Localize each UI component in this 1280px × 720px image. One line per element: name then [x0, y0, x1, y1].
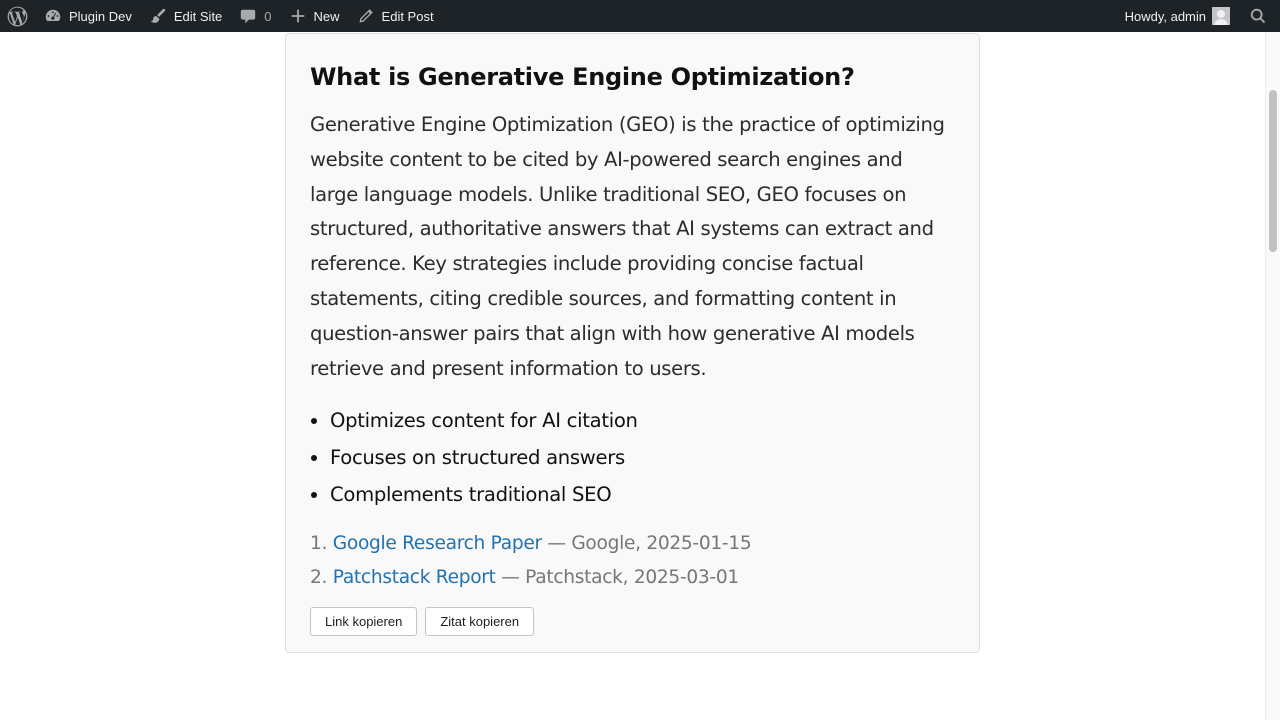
source-meta: — Patchstack, 2025-03-01 [495, 567, 739, 589]
new-content-menu[interactable]: New [280, 0, 348, 32]
site-name-menu[interactable]: Plugin Dev [35, 0, 140, 32]
admin-bar-left: Plugin Dev Edit Site 0 New Edit Post [0, 0, 442, 32]
list-item: Complements traditional SEO [330, 476, 955, 513]
wordpress-logo-icon [6, 6, 28, 26]
admin-bar-right: Howdy, admin [1117, 0, 1280, 32]
avatar [1212, 7, 1230, 25]
comment-icon [238, 6, 258, 26]
my-account-menu[interactable]: Howdy, admin [1117, 0, 1238, 32]
scrollbar-thumb[interactable] [1269, 90, 1277, 252]
edit-post-menu[interactable]: Edit Post [348, 0, 442, 32]
search-icon [1248, 6, 1268, 26]
admin-bar: Plugin Dev Edit Site 0 New Edit Post How… [0, 0, 1280, 32]
article-paragraph: Generative Engine Optimization (GEO) is … [310, 113, 945, 380]
geo-answer-card: What is Generative Engine Optimization? … [285, 33, 980, 653]
source-link-google-research-paper[interactable]: Google Research Paper [333, 533, 542, 554]
comments-count: 0 [264, 8, 272, 24]
copy-actions: Link kopieren Zitat kopieren [310, 607, 955, 637]
source-item: 2. Patchstack Report — Patchstack, 2025-… [310, 561, 955, 595]
source-number: 2. [310, 567, 328, 589]
list-item: Optimizes content for AI citation [330, 402, 955, 439]
howdy-label: Howdy, admin [1124, 8, 1206, 24]
key-points-list: Optimizes content for AI citation Focuse… [310, 402, 955, 513]
copy-quote-button[interactable]: Zitat kopieren [425, 607, 535, 637]
site-name-label: Plugin Dev [69, 8, 132, 24]
source-item: 1. Google Research Paper — Google, 2025-… [310, 527, 955, 561]
edit-site-menu[interactable]: Edit Site [140, 0, 230, 32]
brush-icon [148, 6, 168, 26]
source-number: 1. [310, 533, 328, 555]
source-meta: — Google, 2025-01-15 [541, 533, 752, 555]
wordpress-menu[interactable] [0, 0, 35, 32]
copy-link-button[interactable]: Link kopieren [310, 607, 418, 637]
source-link-patchstack-report[interactable]: Patchstack Report [333, 567, 496, 588]
new-label: New [313, 8, 340, 24]
comments-menu[interactable]: 0 [230, 0, 279, 32]
search-menu[interactable] [1238, 0, 1280, 32]
edit-site-label: Edit Site [173, 8, 223, 24]
article-title: What is Generative Engine Optimization? [310, 63, 855, 91]
edit-post-label: Edit Post [381, 8, 434, 24]
pencil-icon [356, 6, 376, 26]
page-scrollbar[interactable] [1265, 32, 1280, 720]
plus-icon [288, 6, 308, 26]
list-item: Focuses on structured answers [330, 439, 955, 476]
sources-list: 1. Google Research Paper — Google, 2025-… [310, 527, 955, 595]
dashboard-icon [43, 6, 63, 26]
